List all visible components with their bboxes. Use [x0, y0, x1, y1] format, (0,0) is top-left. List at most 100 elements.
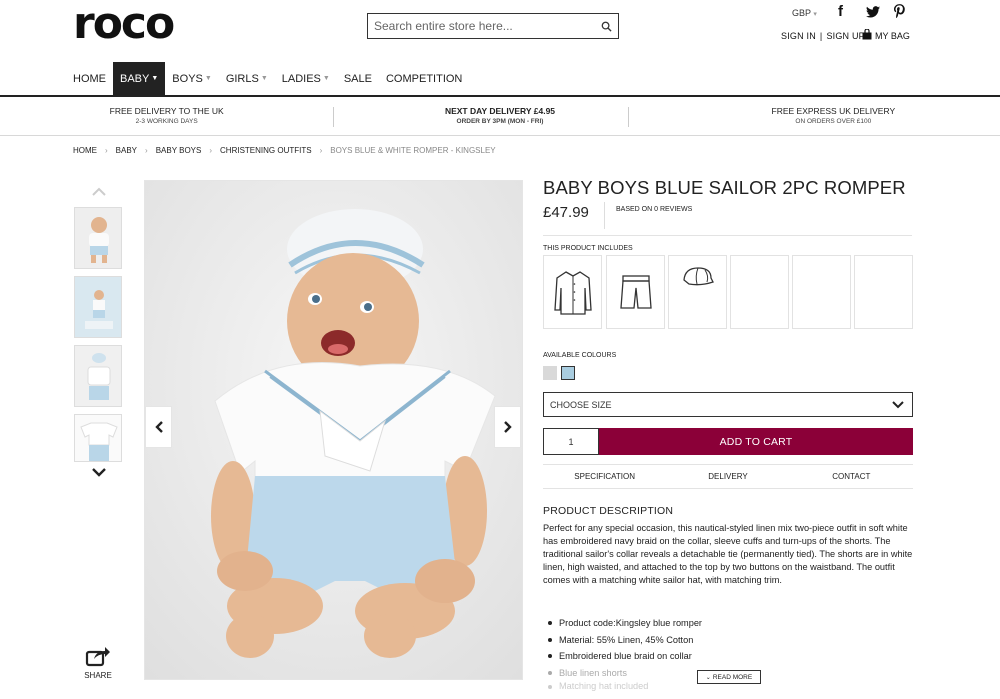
thumbs-up-arrow-icon[interactable] [90, 184, 108, 196]
prev-image-button[interactable] [145, 406, 172, 448]
colour-swatch-grey[interactable] [543, 366, 557, 380]
pinterest-icon[interactable] [894, 4, 905, 23]
facebook-icon[interactable]: f [838, 3, 843, 20]
nav-baby[interactable]: BABY ▼ [113, 62, 166, 95]
tab-contact[interactable]: CONTACT [790, 465, 913, 488]
chevron-right-icon: › [105, 146, 108, 155]
divider [543, 235, 912, 236]
twitter-icon[interactable] [866, 5, 880, 23]
share-icon [85, 647, 110, 667]
next-image-button[interactable] [494, 406, 521, 448]
share-button[interactable]: SHARE [83, 645, 113, 680]
bullet-icon [548, 654, 552, 659]
nav-home[interactable]: HOME [73, 62, 113, 95]
bag-icon [862, 28, 872, 42]
nav-competition-label: COMPETITION [385, 72, 463, 85]
chevron-right-icon: › [209, 146, 213, 155]
thumbs-down-arrow-icon[interactable] [90, 465, 108, 477]
cap-icon [682, 267, 714, 286]
nav-sale[interactable]: SALE [337, 62, 379, 95]
chevron-down-icon [892, 400, 904, 408]
breadcrumb-current: BOYS BLUE & WHITE ROMPER - KINGSLEY [330, 146, 496, 155]
nav-baby-label: BABY [120, 72, 150, 85]
bullet-icon [548, 637, 552, 642]
description-heading: PRODUCT DESCRIPTION [543, 505, 674, 517]
include-empty [792, 255, 851, 329]
thumbnail-3[interactable] [74, 345, 122, 407]
thumbnail-1[interactable] [74, 207, 122, 269]
bullet-icon [548, 685, 552, 689]
roco-logo[interactable]: roco [73, 2, 175, 46]
sign-up-link[interactable]: SIGN UP [826, 31, 864, 41]
main-nav: HOME BABY ▼ BOYS ▼ GIRLS ▼ LADIES ▼ SALE COM… [73, 62, 469, 95]
breadcrumb-baby[interactable]: BABY [116, 146, 137, 155]
include-shirt[interactable] [543, 255, 602, 329]
include-empty [730, 255, 789, 329]
search-box [367, 13, 619, 39]
chevron-right-icon: › [319, 146, 323, 155]
chevron-down-icon: ▾ [813, 11, 817, 18]
chevron-down-icon: ⌄ [705, 674, 711, 681]
delivery-express: FREE EXPRESS UK DELIVERY ON ORDERS OVER … [667, 97, 1000, 135]
nav-ladies-label: LADIES [281, 72, 321, 85]
read-more-button[interactable]: ⌄ READ MORE [697, 670, 761, 684]
thumbnail-2[interactable] [74, 276, 122, 338]
share-label: SHARE [84, 671, 112, 680]
add-to-cart-button[interactable]: ADD TO CART [599, 428, 913, 455]
caret-down-icon: ▼ [151, 75, 159, 82]
bullet-icon [548, 670, 552, 675]
list-item: Product code:Kingsley blue romper [548, 615, 848, 632]
list-item-text: Matching hat included [559, 681, 649, 691]
product-price: £47.99 [543, 204, 589, 221]
nav-ladies[interactable]: LADIES ▼ [275, 62, 337, 95]
tab-specification[interactable]: SPECIFICATION [543, 465, 666, 488]
divider [333, 107, 334, 127]
size-select-label: CHOOSE SIZE [550, 399, 612, 410]
colours-label: AVAILABLE COLOURS [543, 352, 617, 359]
includes-label: THIS PRODUCT INCLUDES [543, 245, 633, 252]
list-item-text: Blue linen shorts [559, 667, 627, 678]
list-item-text: Embroidered blue braid on collar [559, 651, 692, 662]
include-shorts[interactable] [606, 255, 665, 329]
include-cap[interactable] [668, 255, 727, 329]
nav-boys[interactable]: BOYS ▼ [165, 62, 219, 95]
delivery-title: FREE DELIVERY TO THE UK [109, 106, 224, 116]
description-text: Perfect for any special occasion, this n… [543, 523, 913, 585]
product-title: BABY BOYS BLUE SAILOR 2PC ROMPER [543, 177, 906, 198]
list-item: Material: 55% Linen, 45% Cotton [548, 632, 848, 649]
thumbnail-4[interactable] [74, 414, 122, 462]
tab-delivery[interactable]: DELIVERY [666, 465, 789, 488]
delivery-title: FREE EXPRESS UK DELIVERY [771, 106, 896, 116]
chevron-right-icon [503, 421, 512, 433]
nav-girls[interactable]: GIRLS ▼ [219, 62, 275, 95]
breadcrumb-home[interactable]: HOME [73, 146, 97, 155]
currency-selector[interactable]: GBP ▾ [792, 8, 817, 18]
breadcrumb-baby-boys[interactable]: BABY BOYS [156, 146, 202, 155]
nav-home-label: HOME [73, 72, 106, 85]
caret-down-icon: ▼ [260, 75, 268, 82]
account-links: SIGN IN | SIGN UP [781, 31, 865, 41]
product-tabs: SPECIFICATION DELIVERY CONTACT [543, 464, 913, 489]
caret-down-icon: ▼ [204, 75, 212, 82]
my-bag-link[interactable]: MY BAG [862, 28, 910, 42]
nav-sale-label: SALE [343, 72, 372, 85]
nav-competition[interactable]: COMPETITION [379, 62, 469, 95]
breadcrumb-christening[interactable]: CHRISTENING OUTFITS [220, 146, 312, 155]
delivery-title: NEXT DAY DELIVERY £4.95 [444, 106, 556, 116]
sign-in-link[interactable]: SIGN IN [781, 31, 816, 41]
delivery-next-day: NEXT DAY DELIVERY £4.95 ORDER BY 3PM (MO… [333, 97, 666, 135]
search-input[interactable] [368, 14, 594, 38]
list-item-text: Material: 55% Linen, 45% Cotton [559, 634, 694, 645]
delivery-bar: FREE DELIVERY TO THE UK 2-3 WORKING DAYS… [0, 97, 1000, 136]
search-icon[interactable] [594, 14, 618, 38]
reviews-link[interactable]: BASED ON 0 REVIEWS [616, 206, 692, 213]
shorts-icon [619, 275, 652, 309]
include-empty [854, 255, 913, 329]
chevron-right-icon: › [145, 146, 148, 155]
quantity-input[interactable]: 1 [543, 428, 599, 455]
shirt-icon [553, 271, 592, 315]
size-select[interactable]: CHOOSE SIZE [543, 392, 913, 417]
main-product-image[interactable] [144, 180, 523, 680]
colour-swatch-blue[interactable] [561, 366, 575, 380]
list-item-text: Product code:Kingsley blue romper [559, 618, 702, 629]
